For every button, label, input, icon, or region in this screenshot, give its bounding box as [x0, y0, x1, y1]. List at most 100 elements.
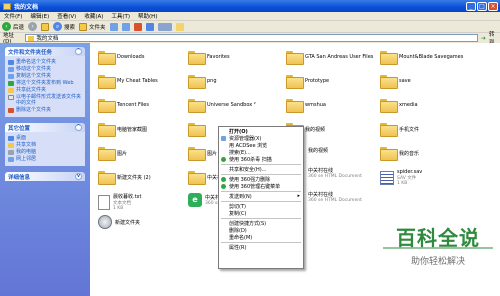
folder-icon — [28, 35, 35, 41]
folder-icon — [188, 51, 206, 65]
menu-create-shortcut[interactable]: 创建快捷方式(S) — [219, 220, 303, 227]
undo-icon[interactable] — [145, 22, 154, 31]
menu-360-force-delete[interactable]: 使用 360强力删除 — [219, 176, 303, 183]
sav-file-item[interactable]: spider.sav SAV 文件 1 KB — [380, 169, 422, 186]
folder-item[interactable]: Downloads — [98, 51, 144, 65]
folder-icon — [98, 171, 116, 185]
folder-item[interactable]: wmshua — [286, 99, 326, 113]
folder-item[interactable]: Favorites — [188, 51, 230, 65]
go-arrow-icon[interactable]: ➜ — [481, 35, 486, 42]
rename-icon — [8, 59, 14, 65]
task-copy[interactable]: 复制这个文件夹 — [8, 73, 82, 79]
place-my-computer[interactable]: 我的电脑 — [8, 149, 82, 155]
search-button[interactable]: ⌕ 搜索 — [53, 22, 75, 31]
folder-item[interactable]: GTA San Andreas User Files — [286, 51, 373, 65]
up-folder-icon[interactable] — [41, 22, 50, 31]
other-places-panel: 其它位置 ^ 桌面 共享文档 我的电脑 网上邻居 — [5, 123, 85, 166]
folder-icon — [98, 51, 116, 65]
folder-icon — [98, 99, 116, 113]
other-places-header[interactable]: 其它位置 ^ — [5, 123, 85, 132]
folder-icon — [188, 171, 206, 185]
menu-tools[interactable]: 工具(T) — [111, 12, 130, 20]
menu-separator — [221, 201, 301, 202]
menu-file[interactable]: 文件(F) — [4, 12, 22, 20]
menu-view[interactable]: 查看(V) — [57, 12, 76, 20]
collapse-icon[interactable]: ^ — [75, 48, 82, 55]
menu-copy[interactable]: 复制(C) — [219, 210, 303, 217]
task-share[interactable]: 共享此文件夹 — [8, 87, 82, 93]
folder-item[interactable]: 图片 — [188, 147, 217, 161]
html-doc-item[interactable]: 中关村在线 360 se HTML Document — [308, 191, 362, 203]
folder-icon — [380, 51, 398, 65]
menu-send-to[interactable]: 发送到(N) ▸ — [219, 193, 303, 200]
task-publish[interactable]: 将这个文件夹发布到 Web — [8, 80, 82, 86]
folder-item[interactable]: 电脑管家截图 — [98, 123, 147, 137]
move-to-icon[interactable] — [109, 22, 118, 31]
place-shared-docs[interactable]: 共享文档 — [8, 142, 82, 148]
menu-explorer[interactable]: 资源管理器(X) — [219, 135, 303, 142]
folder-icon — [188, 123, 206, 137]
folder-item[interactable]: 我的音乐 — [380, 147, 419, 161]
text-file-item[interactable]: 晨收暮收.txt 文本文档 1 KB — [98, 193, 141, 211]
folder-item-selected[interactable] — [188, 123, 206, 137]
menu-properties[interactable]: 属性(R) — [219, 244, 303, 251]
forward-button[interactable]: › — [28, 22, 38, 31]
menu-edit[interactable]: 编辑(E) — [30, 12, 49, 20]
folders-label: 文件夹 — [89, 24, 106, 31]
delete-icon[interactable] — [133, 22, 142, 31]
folder-icon — [98, 75, 116, 89]
folder-item[interactable]: png — [188, 75, 217, 89]
extension-icon[interactable] — [175, 22, 184, 31]
close-button[interactable]: × — [488, 1, 498, 11]
window-title: 我的文档 — [14, 3, 39, 11]
address-input[interactable]: 我的文档 — [25, 34, 478, 42]
place-desktop[interactable]: 桌面 — [8, 135, 82, 141]
folder-item[interactable]: 我的视频 — [308, 147, 328, 154]
menu-delete[interactable]: 删除(D) — [219, 227, 303, 234]
folder-icon — [380, 99, 398, 113]
menu-open[interactable]: 打开(O) — [219, 128, 303, 135]
folder-item[interactable]: Prototype — [286, 75, 329, 89]
file-tasks-header[interactable]: 文件和文件夹任务 ^ — [5, 47, 85, 56]
back-button[interactable]: ‹ 后退 — [2, 22, 24, 31]
menu-sharing[interactable]: 共享和安全(H)... — [219, 166, 303, 173]
details-header[interactable]: 详细信息 v — [5, 172, 85, 181]
folder-icon — [188, 147, 206, 161]
menu-cut[interactable]: 剪切(T) — [219, 203, 303, 210]
collapse-icon[interactable]: ^ — [75, 124, 82, 131]
task-email[interactable]: 以电子邮件形式发送该文件夹中的文件 — [8, 94, 82, 106]
folder-item[interactable]: Universe Sandbox ² — [188, 99, 256, 113]
folder-item[interactable]: 手机文件 — [380, 123, 419, 137]
folder-item[interactable]: My Cheat Tables — [98, 75, 158, 89]
menu-rename[interactable]: 重命名(M) — [219, 234, 303, 241]
html-doc-item[interactable]: 中关村在线 360 se HTML Document — [308, 167, 362, 179]
window-titlebar[interactable]: 我的文档 _ □ × — [0, 0, 500, 12]
folder-item[interactable]: xmedia — [380, 99, 418, 113]
views-icon[interactable] — [157, 22, 172, 31]
menu-help[interactable]: 帮助(H) — [138, 12, 157, 20]
folder-item[interactable]: Mount&Blade Savegames — [380, 51, 463, 65]
place-network[interactable]: 网上邻居 — [8, 156, 82, 162]
music-folder-icon — [380, 147, 398, 161]
menu-acdsee[interactable]: 用 ACDSee 浏览 — [219, 142, 303, 149]
maximize-button[interactable]: □ — [477, 1, 487, 11]
folder-item[interactable]: Tencent Files — [98, 99, 149, 113]
task-rename[interactable]: 重命名这个文件夹 — [8, 59, 82, 65]
menu-360-scan[interactable]: 使用 360杀毒 扫描 — [219, 156, 303, 163]
task-move[interactable]: 移动这个文件夹 — [8, 66, 82, 72]
menu-favorites[interactable]: 收藏(A) — [84, 12, 103, 20]
folder-item[interactable]: 图片 — [98, 147, 127, 161]
expand-icon[interactable]: v — [75, 173, 82, 180]
explorer-icon — [221, 136, 226, 141]
minimize-button[interactable]: _ — [466, 1, 476, 11]
menu-search[interactable]: 搜索(E)... — [219, 149, 303, 156]
folder-item[interactable]: 新建文件夹 — [98, 215, 140, 229]
menu-360-rightclick-manager[interactable]: 使用 360管理右键菜单 — [219, 183, 303, 190]
copy-icon — [8, 73, 14, 79]
copy-to-icon[interactable] — [121, 22, 130, 31]
folders-button[interactable]: 文件夹 — [79, 22, 106, 31]
folder-item[interactable]: 新建文件夹 (2) — [98, 171, 151, 185]
folder-icon — [286, 51, 304, 65]
folder-item[interactable]: save — [380, 75, 411, 89]
task-delete[interactable]: 删除这个文件夹 — [8, 107, 82, 113]
